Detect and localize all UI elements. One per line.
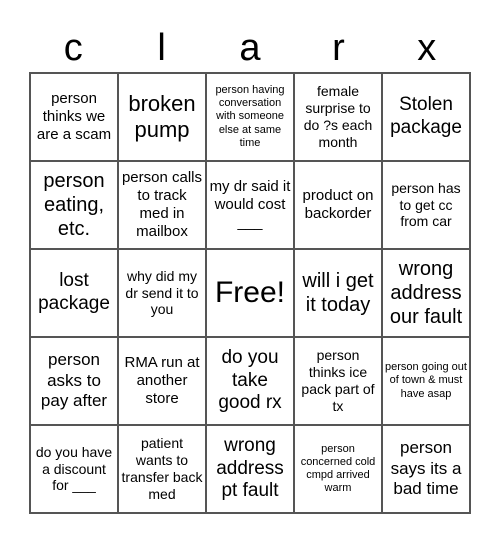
bingo-cell[interactable]: person has to get cc from car (382, 161, 470, 249)
header-letter-x: x (417, 27, 437, 69)
bingo-cell[interactable]: product on backorder (294, 161, 382, 249)
bingo-cell[interactable]: why did my dr send it to you (118, 249, 206, 337)
bingo-cell[interactable]: person going out of town & must have asa… (382, 337, 470, 425)
header-letter-l: l (157, 27, 166, 69)
bingo-cell[interactable]: person calls to track med in mailbox (118, 161, 206, 249)
bingo-cell[interactable]: person thinks we are a scam (30, 73, 118, 161)
bingo-cell[interactable]: person eating, etc. (30, 161, 118, 249)
header-letter-r: r (332, 27, 345, 69)
bingo-cell[interactable]: do you have a discount for ___ (30, 425, 118, 513)
bingo-cell[interactable]: person asks to pay after (30, 337, 118, 425)
bingo-cell[interactable]: wrong address our fault (382, 249, 470, 337)
bingo-cell[interactable]: female surprise to do ?s each month (294, 73, 382, 161)
bingo-cell[interactable]: Stolen package (382, 73, 470, 161)
bingo-cell[interactable]: my dr said it would cost ___ (206, 161, 294, 249)
header-letter-a: a (239, 27, 261, 69)
bingo-header: c l a r x (29, 24, 471, 72)
bingo-cell[interactable]: person having conversation with someone … (206, 73, 294, 161)
bingo-cell[interactable]: patient wants to transfer back med (118, 425, 206, 513)
bingo-cell[interactable]: lost package (30, 249, 118, 337)
bingo-cell[interactable]: will i get it today (294, 249, 382, 337)
bingo-cell[interactable]: person thinks ice pack part of tx (294, 337, 382, 425)
bingo-cell[interactable]: broken pump (118, 73, 206, 161)
bingo-cell[interactable]: wrong address pt fault (206, 425, 294, 513)
bingo-cell[interactable]: person says its a bad time (382, 425, 470, 513)
bingo-cell[interactable]: RMA run at another store (118, 337, 206, 425)
header-letter-c: c (63, 27, 83, 69)
bingo-cell[interactable]: do you take good rx (206, 337, 294, 425)
free-space[interactable]: Free! (206, 249, 294, 337)
bingo-cell[interactable]: person concerned cold cmpd arrived warm (294, 425, 382, 513)
bingo-grid: person thinks we are a scam broken pump … (29, 72, 471, 514)
